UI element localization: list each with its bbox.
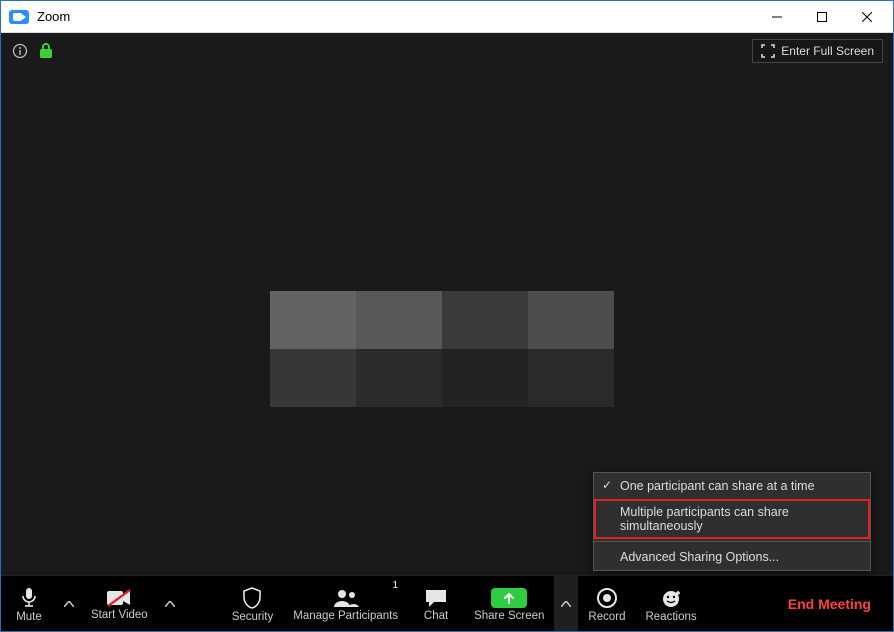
video-options-chevron[interactable] (158, 576, 182, 631)
chat-icon (424, 588, 448, 608)
video-off-icon (106, 589, 132, 607)
titlebar: Zoom (1, 1, 893, 33)
chevron-up-icon (561, 601, 571, 607)
meeting-toolbar: Mute Start Video Security (1, 575, 893, 631)
chevron-up-icon (165, 601, 175, 607)
share-screen-button[interactable]: Share Screen (464, 576, 554, 631)
start-video-button[interactable]: Start Video (81, 576, 158, 631)
security-button[interactable]: Security (222, 576, 284, 631)
manage-participants-button[interactable]: 1 Manage Participants (283, 576, 408, 631)
meeting-topbar: Enter Full Screen (1, 33, 893, 69)
menu-separator (594, 541, 870, 542)
share-options-menu: One participant can share at a time Mult… (593, 472, 871, 571)
maximize-button[interactable] (799, 2, 844, 32)
mute-button[interactable]: Mute (1, 576, 57, 631)
minimize-button[interactable] (754, 2, 799, 32)
fullscreen-label: Enter Full Screen (781, 44, 874, 58)
share-option-single[interactable]: One participant can share at a time (594, 473, 870, 499)
audio-options-chevron[interactable] (57, 576, 81, 631)
chevron-up-icon (64, 601, 74, 607)
fullscreen-icon (761, 44, 775, 58)
close-button[interactable] (844, 2, 889, 32)
window-title: Zoom (37, 9, 70, 24)
redacted-name-area (270, 291, 614, 407)
zoom-window: Zoom Enter Full Screen (0, 0, 894, 632)
record-icon (596, 587, 618, 609)
record-button[interactable]: Record (578, 576, 635, 631)
meeting-info-icon[interactable] (11, 42, 29, 60)
participants-icon (332, 588, 360, 608)
reactions-button[interactable]: Reactions (635, 576, 706, 631)
microphone-icon (19, 587, 39, 609)
window-controls (754, 2, 889, 32)
reactions-icon (660, 587, 682, 609)
zoom-app-icon (9, 10, 29, 24)
end-meeting-button[interactable]: End Meeting (766, 576, 893, 631)
advanced-sharing-options[interactable]: Advanced Sharing Options... (594, 544, 870, 570)
share-option-multiple[interactable]: Multiple participants can share simultan… (594, 499, 870, 539)
participants-count-badge: 1 (393, 580, 399, 591)
encryption-lock-icon[interactable] (37, 42, 55, 60)
shield-icon (242, 587, 262, 609)
video-area: One participant can share at a time Mult… (1, 69, 893, 575)
enter-fullscreen-button[interactable]: Enter Full Screen (752, 39, 883, 63)
chat-button[interactable]: Chat (408, 576, 464, 631)
share-options-chevron[interactable] (554, 576, 578, 631)
share-screen-icon (491, 588, 527, 608)
